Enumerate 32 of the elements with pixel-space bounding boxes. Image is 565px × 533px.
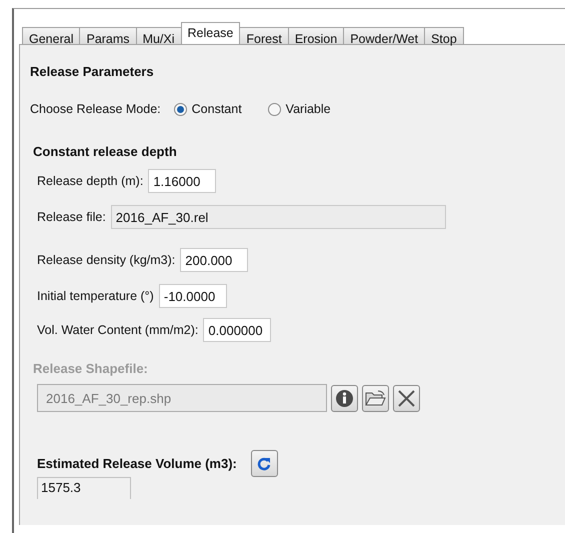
- volume-field: 1575.3: [37, 477, 131, 499]
- tab[interactable]: Mu/Xi: [136, 27, 182, 44]
- radio-option[interactable]: Variable: [268, 102, 331, 116]
- input-field[interactable]: 0.000000: [203, 318, 272, 342]
- field-label: Release file:: [37, 210, 106, 224]
- folder-icon: [365, 390, 386, 406]
- shapefile-label: Release Shapefile:: [33, 361, 149, 376]
- tab[interactable]: Params: [79, 27, 137, 44]
- group-title: Constant release depth: [33, 144, 178, 159]
- input-field[interactable]: 200.000: [180, 248, 248, 272]
- field-label: Initial temperature (°): [37, 289, 154, 303]
- open-folder-button[interactable]: [362, 384, 389, 412]
- info-icon: [335, 388, 354, 408]
- tab[interactable]: Erosion: [288, 27, 344, 44]
- tab[interactable]: Powder/Wet: [343, 27, 426, 44]
- field-label: Release density (kg/m3):: [37, 253, 176, 267]
- volume-label: Estimated Release Volume (m3):: [37, 456, 237, 471]
- tab[interactable]: Stop: [424, 27, 464, 44]
- field-label: Vol. Water Content (mm/m2):: [37, 323, 198, 337]
- input-field[interactable]: -10.0000: [158, 284, 227, 308]
- field-label: Release depth (m):: [37, 174, 144, 188]
- input-field[interactable]: 1.16000: [148, 169, 216, 193]
- radio-group-label: Choose Release Mode:: [30, 102, 161, 116]
- section-title: Release Parameters: [30, 64, 155, 79]
- tab[interactable]: Forest: [239, 27, 289, 44]
- radio-option[interactable]: Constant: [174, 102, 242, 116]
- info-button[interactable]: [331, 384, 358, 412]
- clear-button[interactable]: [393, 384, 420, 412]
- close-icon: [397, 388, 416, 408]
- refresh-icon: [257, 456, 272, 470]
- refresh-button[interactable]: [250, 450, 278, 477]
- tab[interactable]: General: [22, 27, 80, 44]
